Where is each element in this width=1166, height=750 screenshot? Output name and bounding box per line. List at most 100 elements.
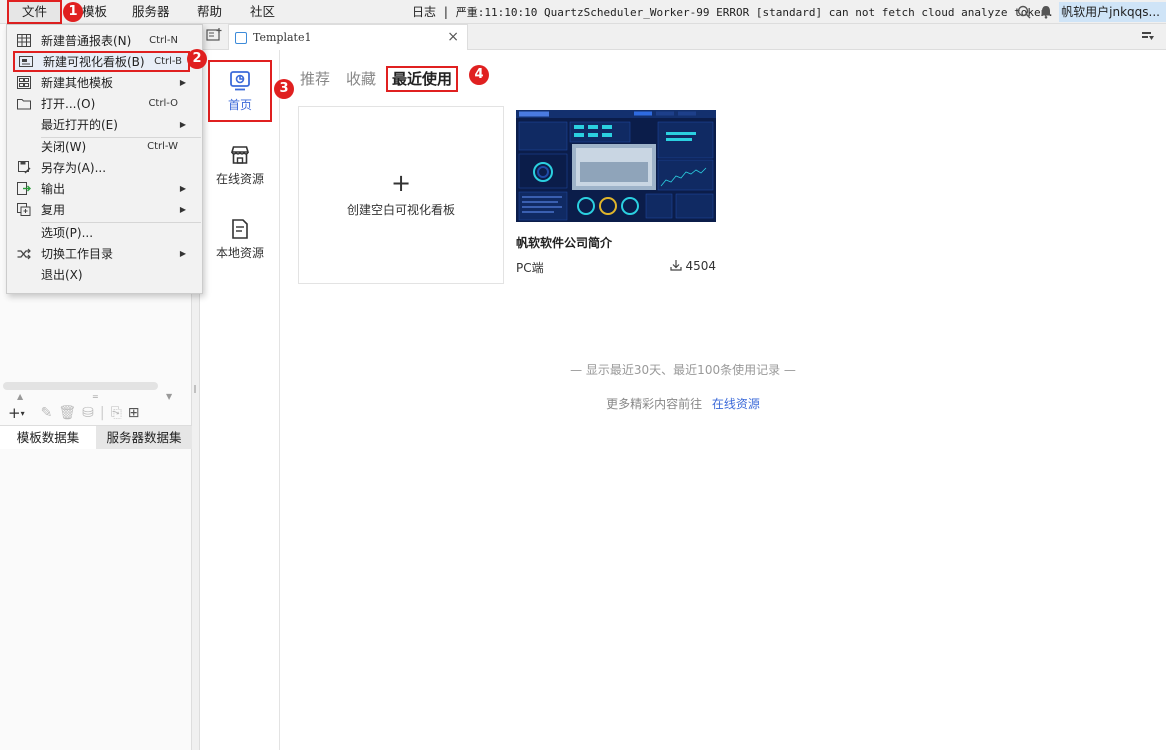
search-icon[interactable] — [1013, 0, 1035, 24]
preview-icon[interactable]: ⎘ — [111, 405, 122, 421]
menu-recent-icon-slot — [16, 118, 32, 132]
online-resources-link[interactable]: 在线资源 — [712, 397, 760, 411]
more-content-prefix: 更多精彩内容前往 — [606, 397, 703, 411]
database-icon[interactable]: ⛁ — [82, 405, 94, 421]
menu-help[interactable]: 帮助 — [185, 0, 234, 24]
grid-report-icon — [16, 34, 32, 48]
user-name[interactable]: 帆软用户jnkqqs... — [1059, 2, 1166, 22]
menu-options[interactable]: 选项(P)... — [7, 222, 202, 243]
doc-tab-template1[interactable]: Template1 × — [228, 24, 468, 50]
menu-new-dashboard-shortcut: Ctrl-B — [154, 56, 182, 67]
menu-new-other[interactable]: 新建其他模板 ▶ — [7, 72, 202, 93]
delete-icon[interactable]: 🗑 — [58, 405, 76, 421]
menu-save-as-label: 另存为(A)... — [41, 161, 107, 175]
close-tab-icon[interactable]: × — [447, 29, 459, 45]
log-message: 严重:11:10:10 QuartzScheduler_Worker-99 ER… — [455, 6, 1054, 19]
menu-export[interactable]: 输出 ▶ — [7, 178, 202, 199]
menu-close[interactable]: 关闭(W) Ctrl-W — [7, 136, 202, 157]
menu-switch-workdir[interactable]: 切换工作目录 ▶ — [7, 243, 202, 264]
step-badge-4: 4 — [469, 65, 489, 85]
dataset-tabs: 模板数据集 服务器数据集 — [0, 425, 192, 449]
menu-exit-label: 退出(X) — [41, 268, 83, 282]
nav-item-online[interactable]: 在线资源 — [208, 136, 272, 198]
nav-label-home: 首页 — [227, 98, 252, 112]
nav-item-local[interactable]: 本地资源 — [208, 210, 272, 272]
menu-open-shortcut: Ctrl-O — [148, 98, 178, 109]
new-template-icon[interactable] — [204, 28, 224, 46]
menu-bar: 文件 模板 服务器 帮助 社区 日志 | 严重:11:10:10 QuartzS… — [0, 0, 1166, 24]
template-thumbnail[interactable] — [516, 110, 716, 222]
tab-favorites[interactable]: 收藏 — [346, 66, 376, 92]
splitter-grip-icon[interactable]: ‖ — [193, 384, 197, 393]
home-dashboard-icon — [229, 70, 251, 92]
dashboard-icon — [18, 55, 34, 69]
nav-label-online: 在线资源 — [215, 172, 264, 186]
tab-template-dataset[interactable]: 模板数据集 — [0, 426, 96, 449]
log-separator: | — [443, 5, 448, 19]
dataset-edit-icon[interactable]: ⊞ — [128, 405, 140, 421]
menu-close-shortcut: Ctrl-W — [147, 141, 178, 152]
scroll-down-icon[interactable]: ▼ — [166, 392, 172, 401]
menu-export-label: 输出 — [41, 182, 66, 196]
download-icon — [670, 259, 686, 273]
tab-menu-icon[interactable] — [1142, 30, 1156, 45]
menu-save-as[interactable]: 另存为(A)... — [7, 157, 202, 178]
submenu-arrow-icon: ▶ — [179, 78, 186, 87]
submenu-arrow-icon: ▶ — [179, 205, 186, 214]
submenu-arrow-icon: ▶ — [179, 249, 186, 258]
plus-icon: + — [390, 169, 412, 197]
switch-icon — [16, 247, 32, 261]
menu-community[interactable]: 社区 — [238, 0, 287, 24]
create-blank-dashboard-card[interactable]: + 创建空白可视化看板 — [298, 106, 504, 284]
log-label[interactable]: 日志 — [412, 5, 436, 19]
export-icon — [16, 182, 32, 196]
panel-resize-handle[interactable]: ▲ = ▼ — [0, 392, 192, 402]
nav-item-home[interactable]: 首页 — [208, 60, 272, 122]
edit-icon[interactable]: ✎ — [41, 405, 53, 421]
create-blank-label: 创建空白可视化看板 — [346, 203, 455, 217]
menu-new-dashboard[interactable]: 新建可视化看板(B) Ctrl-B — [13, 51, 190, 72]
template-platform: PC端 — [516, 261, 544, 275]
toolbar-divider: | — [99, 405, 105, 421]
menu-server[interactable]: 服务器 — [120, 0, 182, 24]
template-card[interactable]: 帆软软件公司简介 PC端 4504 — [516, 110, 716, 276]
menu-close-icon-slot — [16, 140, 32, 154]
tab-recommend[interactable]: 推荐 — [300, 66, 330, 92]
menu-new-report[interactable]: 新建普通报表(N) Ctrl-N — [7, 30, 202, 51]
menu-switch-workdir-label: 切换工作目录 — [41, 247, 114, 261]
dataset-toolbar: + ▾ ✎ 🗑 ⛁ | ⎘ ⊞ — [0, 402, 192, 424]
menu-reuse[interactable]: 复用 ▶ — [7, 199, 202, 220]
horizontal-scrollbar[interactable] — [3, 382, 158, 390]
top-right-tools: 帆软用户jnkqqs... — [1013, 0, 1166, 24]
more-content-line: 更多精彩内容前往 在线资源 — [200, 395, 1166, 412]
add-dropdown-icon[interactable]: ▾ — [21, 409, 25, 418]
bell-icon[interactable] — [1035, 0, 1057, 24]
menu-options-icon-slot — [16, 226, 32, 240]
template-title[interactable]: 帆软软件公司简介 — [516, 234, 716, 251]
menu-options-label: 选项(P)... — [41, 226, 94, 240]
add-dataset-icon[interactable]: + — [8, 404, 21, 422]
drag-grip-icon[interactable]: = — [92, 392, 99, 401]
menu-exit-icon-slot — [16, 268, 32, 282]
tab-server-dataset[interactable]: 服务器数据集 — [96, 426, 192, 449]
step-badge-2: 2 — [187, 49, 207, 69]
menu-close-label: 关闭(W) — [41, 140, 87, 154]
store-icon — [229, 144, 251, 166]
submenu-arrow-icon: ▶ — [179, 120, 186, 129]
content-tabs: 推荐 收藏 最近使用 — [300, 66, 474, 92]
template-downloads-wrap: 4504 — [670, 259, 716, 276]
recent-records-note: — 显示最近30天、最近100条使用记录 — — [570, 363, 796, 377]
log-area[interactable]: 日志 | 严重:11:10:10 QuartzScheduler_Worker-… — [412, 0, 1054, 24]
template-icon — [16, 76, 32, 90]
step-badge-1: 1 — [63, 2, 83, 22]
menu-exit[interactable]: 退出(X) — [7, 264, 202, 285]
menu-new-report-label: 新建普通报表(N) — [41, 34, 132, 48]
nav-label-local: 本地资源 — [215, 246, 264, 260]
tab-recent[interactable]: 最近使用 — [386, 66, 459, 92]
scroll-up-icon[interactable]: ▲ — [17, 392, 23, 401]
menu-file[interactable]: 文件 — [7, 0, 62, 24]
menu-recent[interactable]: 最近打开的(E) ▶ — [7, 114, 202, 135]
doc-tab-label: Template1 — [253, 31, 312, 44]
menu-reuse-label: 复用 — [41, 203, 66, 217]
menu-open[interactable]: 打开...(O) Ctrl-O — [7, 93, 202, 114]
